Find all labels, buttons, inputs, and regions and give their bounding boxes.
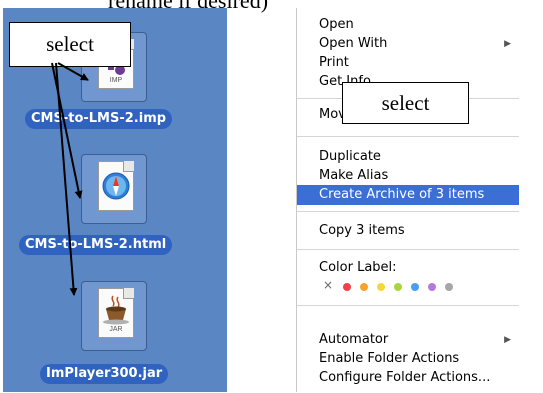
menu-item-copy[interactable]: Copy 3 items xyxy=(297,221,519,241)
submenu-arrow-icon: ▶ xyxy=(504,335,511,345)
menu-item-open-with[interactable]: Open With ▶ xyxy=(297,34,519,54)
file-type-tag: IMP xyxy=(109,77,123,84)
color-label-swatch[interactable] xyxy=(343,283,351,291)
menu-item-create-archive[interactable]: Create Archive of 3 items xyxy=(297,185,519,205)
color-label-swatch[interactable] xyxy=(411,283,419,291)
file-label-jar[interactable]: ImPlayer300.jar xyxy=(40,364,169,384)
document-icon xyxy=(98,161,134,211)
menu-item-make-alias[interactable]: Make Alias xyxy=(297,166,519,186)
menu-separator xyxy=(297,305,519,306)
select-callout-left: select xyxy=(9,22,131,67)
menu-item-configure-folder-actions[interactable]: Configure Folder Actions... xyxy=(297,368,519,388)
java-cup-icon xyxy=(103,295,129,325)
color-label-swatch[interactable] xyxy=(377,283,385,291)
file-label-imp[interactable]: CMS-to-LMS-2.imp xyxy=(25,109,173,129)
safari-html-file-icon[interactable] xyxy=(81,154,147,224)
menu-item-label: Open With xyxy=(319,36,388,51)
java-jar-file-icon[interactable]: JAR xyxy=(81,281,147,351)
label-none-icon[interactable]: × xyxy=(323,278,333,292)
menu-item-automator[interactable]: Automator ▶ xyxy=(297,330,519,350)
menu-item-enable-folder-actions[interactable]: Enable Folder Actions xyxy=(297,349,519,369)
select-callout-right: select xyxy=(342,82,469,124)
menu-separator xyxy=(297,211,519,212)
menu-item-print[interactable]: Print xyxy=(297,53,519,73)
color-label-swatch[interactable] xyxy=(445,283,453,291)
document-icon: JAR xyxy=(98,288,134,338)
file-label-html[interactable]: CMS-to-LMS-2.html xyxy=(19,235,173,255)
context-menu: Open Open With ▶ Print Get Info Move to … xyxy=(296,8,519,392)
file-type-tag: JAR xyxy=(109,326,123,333)
menu-separator xyxy=(297,136,519,137)
color-label-swatch[interactable] xyxy=(394,283,402,291)
menu-item-color-label: Color Label: xyxy=(319,260,397,275)
menu-separator xyxy=(297,249,519,250)
color-label-swatch[interactable] xyxy=(360,283,368,291)
safari-compass-icon xyxy=(102,172,130,200)
menu-item-open[interactable]: Open xyxy=(297,15,519,35)
menu-item-duplicate[interactable]: Duplicate xyxy=(297,147,519,167)
menu-item-label: Automator xyxy=(319,332,389,347)
submenu-arrow-icon: ▶ xyxy=(504,39,511,49)
color-label-swatch[interactable] xyxy=(428,283,436,291)
